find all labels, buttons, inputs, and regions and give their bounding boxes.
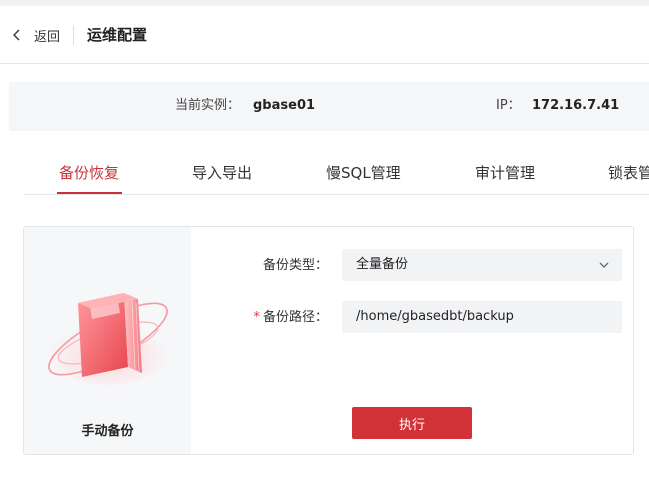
tab-slow-sql[interactable]: 慢SQL管理 bbox=[326, 162, 401, 184]
backup-path-label: 备份路径： bbox=[262, 310, 328, 325]
backup-path-value: /home/gbasedbt/backup bbox=[356, 309, 514, 324]
back-button[interactable]: 返回 bbox=[10, 24, 60, 46]
backup-card: 手动备份 备份类型： 全量备份 * 备份路径： /home/gbasedbt/ba… bbox=[23, 226, 634, 455]
ip-value: 172.16.7.41 bbox=[532, 98, 620, 113]
tab-audit[interactable]: 审计管理 bbox=[475, 162, 535, 184]
backup-type-label: 备份类型： bbox=[262, 258, 328, 273]
backup-book-illustration bbox=[46, 293, 170, 385]
backup-type-select[interactable]: 全量备份 bbox=[342, 249, 622, 281]
backup-type-value: 全量备份 bbox=[356, 257, 409, 272]
instance-info-bar: 当前实例： gbase01 IP： 172.16.7.41 bbox=[9, 82, 649, 131]
ip-label: IP： bbox=[496, 98, 521, 113]
chevron-left-icon bbox=[13, 29, 20, 41]
back-label: 返回 bbox=[34, 29, 61, 45]
tab-lock-table[interactable]: 锁表管 bbox=[608, 162, 649, 184]
tab-import-export[interactable]: 导入导出 bbox=[192, 162, 252, 184]
backup-card-illustration-panel: 手动备份 bbox=[24, 227, 191, 454]
backup-path-input[interactable]: /home/gbasedbt/backup bbox=[342, 301, 622, 333]
instance-label: 当前实例： bbox=[175, 98, 241, 113]
backup-path-label-wrap: * 备份路径： bbox=[208, 309, 328, 327]
page-title: 运维配置 bbox=[87, 26, 148, 44]
tab-bar: 备份恢复 导入导出 慢SQL管理 审计管理 锁表管 bbox=[23, 150, 649, 195]
header-divider bbox=[73, 25, 74, 45]
chevron-down-icon bbox=[599, 262, 609, 268]
page-header: 返回 运维配置 bbox=[0, 6, 649, 64]
execute-button[interactable]: 执行 bbox=[352, 407, 472, 439]
instance-value: gbase01 bbox=[253, 98, 316, 113]
tab-backup-restore[interactable]: 备份恢复 bbox=[59, 162, 119, 184]
manual-backup-title: 手动备份 bbox=[81, 424, 134, 439]
required-mark: * bbox=[253, 310, 260, 325]
active-tab-indicator bbox=[57, 192, 122, 194]
